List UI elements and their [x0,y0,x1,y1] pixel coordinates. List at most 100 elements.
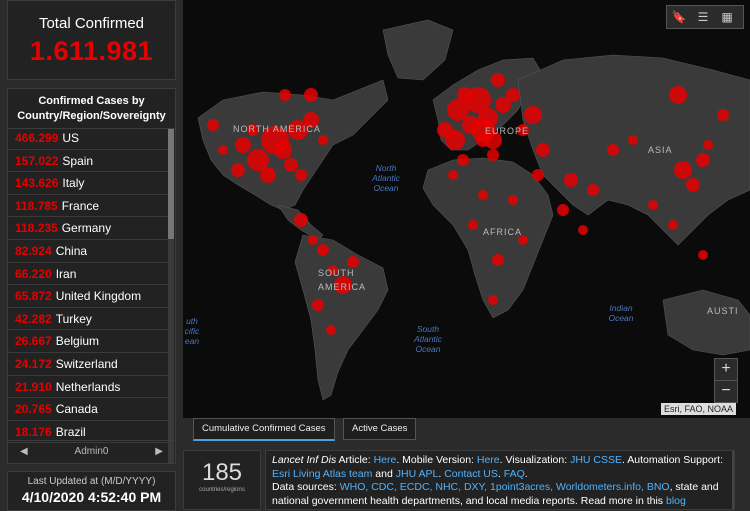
country-list-scrollbar[interactable] [168,129,174,463]
case-marker[interactable] [674,161,692,179]
case-marker[interactable] [587,184,599,196]
case-marker[interactable] [532,169,544,181]
case-marker[interactable] [218,145,228,155]
zoom-out-button[interactable]: − [715,380,737,402]
case-marker[interactable] [508,195,518,205]
country-row[interactable]: 118.785 France [8,195,170,218]
case-marker[interactable] [491,73,505,87]
case-marker[interactable] [648,200,658,210]
case-marker[interactable] [317,244,329,256]
bookmark-icon[interactable]: 🔖 [667,6,691,28]
case-marker[interactable] [524,106,542,124]
info-text: and [372,467,396,480]
case-marker[interactable] [468,220,478,230]
case-marker[interactable] [557,204,569,216]
case-marker[interactable] [698,250,708,260]
case-marker[interactable] [235,137,251,153]
case-marker[interactable] [207,119,219,131]
country-row[interactable]: 24.172 Switzerland [8,353,170,376]
zoom-in-button[interactable]: + [715,359,737,380]
info-text: . Mobile Version: [396,454,477,466]
case-marker[interactable] [703,140,713,150]
case-marker[interactable] [284,158,298,172]
case-marker[interactable] [628,135,638,145]
list-pager: ◀ Admin0 ▶ [8,440,175,463]
case-marker[interactable] [231,163,245,177]
country-case-count: 143.626 [15,176,59,191]
jhu-csse-link[interactable]: JHU CSSE [570,454,622,466]
tab-active-cases[interactable]: Active Cases [343,418,417,440]
country-count-number: 185 [201,459,243,486]
case-marker[interactable] [506,88,520,102]
case-marker[interactable] [308,235,318,245]
country-row[interactable]: 466.299 US [8,127,170,150]
country-name: Brazil [55,424,86,439]
case-marker[interactable] [326,325,336,335]
country-row[interactable]: 20.765 Canada [8,398,170,421]
list-icon[interactable]: ☰ [691,6,715,28]
landmass-greenland [382,19,454,81]
country-row[interactable]: 65.872 United Kingdom [8,285,170,308]
country-case-count: 118.235 [15,221,58,236]
tab-cumulative-confirmed[interactable]: Cumulative Confirmed Cases [193,418,335,441]
country-name: France [61,198,100,213]
country-row[interactable]: 82.924 China [8,240,170,263]
case-marker[interactable] [564,173,578,187]
landmass-south-america [294,234,389,401]
case-marker[interactable] [295,169,307,181]
jhu-apl-link[interactable]: JHU APL [396,468,439,480]
esri-link[interactable]: Esri Living Atlas team [272,468,372,480]
country-case-count: 65.872 [15,289,52,304]
case-marker[interactable] [304,88,318,102]
case-marker[interactable] [686,178,700,192]
country-list[interactable]: 466.299 US 157.022 Spain 143.626 Italy 118.785… [8,127,170,444]
case-marker[interactable] [294,213,308,227]
case-marker[interactable] [260,167,276,183]
landmass-africa [422,157,554,319]
data-sources-link[interactable]: WHO, CDC, ECDC, NHC, DXY, 1point3acres, … [340,481,670,493]
world-map[interactable]: NORTH AMERICA EUROPE ASIA AFRICA SOUTH A… [183,0,750,418]
case-marker[interactable] [492,254,504,266]
case-marker[interactable] [578,225,588,235]
mobile-version-link[interactable]: Here [477,454,500,466]
country-row[interactable]: 42.282 Turkey [8,308,170,331]
country-row[interactable]: 118.235 Germany [8,217,170,240]
contact-link[interactable]: Contact US [444,468,498,480]
country-count-panel: 185 countries/regions [183,450,261,510]
country-row[interactable]: 21.910 Netherlands [8,376,170,399]
pager-next-icon[interactable]: ▶ [155,441,163,463]
case-marker[interactable] [312,299,324,311]
case-marker[interactable] [448,170,458,180]
case-marker[interactable] [488,295,498,305]
case-marker[interactable] [437,122,453,138]
blog-link[interactable]: blog [666,495,686,507]
country-row[interactable]: 66.220 Iran [8,263,170,286]
country-row[interactable]: 26.667 Belgium [8,330,170,353]
case-marker[interactable] [717,109,729,121]
case-marker[interactable] [668,220,678,230]
info-scrollbar[interactable] [732,451,734,509]
article-link[interactable]: Here [374,454,397,466]
case-marker[interactable] [457,154,469,166]
case-marker[interactable] [487,149,499,161]
total-confirmed-title: Total Confirmed [38,15,145,32]
pager-prev-icon[interactable]: ◀ [20,441,28,463]
country-case-count: 82.924 [15,243,52,258]
country-name: United Kingdom [55,289,142,304]
scrollbar-thumb[interactable] [168,129,174,239]
case-marker[interactable] [536,143,550,157]
country-row[interactable]: 143.626 Italy [8,172,170,195]
case-marker[interactable] [607,144,619,156]
total-confirmed-panel: Total Confirmed 1.611.981 [7,0,176,80]
case-marker[interactable] [669,86,687,104]
case-marker[interactable] [696,153,710,167]
country-row[interactable]: 157.022 Spain [8,150,170,173]
faq-link[interactable]: FAQ [504,468,525,480]
case-marker[interactable] [457,87,473,103]
country-list-panel: Confirmed Cases by Country/Region/Sovere… [7,88,176,464]
country-list-header: Confirmed Cases by Country/Region/Sovere… [8,89,175,129]
case-marker[interactable] [279,89,291,101]
case-marker[interactable] [478,190,488,200]
case-marker[interactable] [318,135,328,145]
grid-icon[interactable]: ▦ [715,6,739,28]
